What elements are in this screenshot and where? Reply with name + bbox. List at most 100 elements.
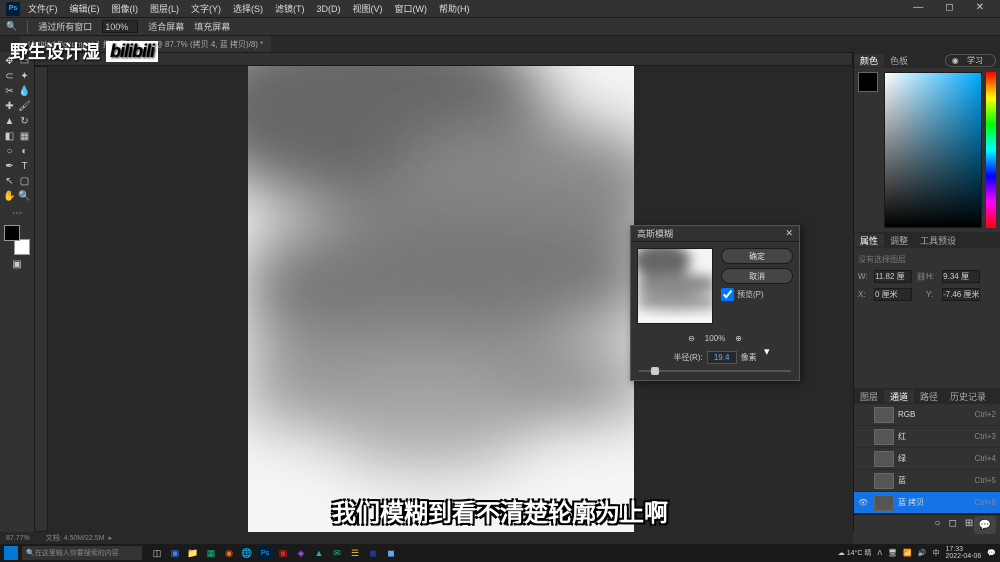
canvas[interactable] — [248, 66, 634, 532]
tab-presets[interactable]: 工具预设 — [914, 234, 962, 247]
prop-x-input[interactable] — [874, 288, 912, 301]
path-tool[interactable]: ↖ — [2, 174, 17, 189]
eyedropper-tool[interactable]: 💧 — [17, 84, 32, 99]
app-icon-1[interactable]: ▣ — [167, 546, 183, 560]
learn-button[interactable]: ◉ 学习 — [945, 54, 996, 67]
eraser-tool[interactable]: ◧ — [2, 129, 17, 144]
blur-tool[interactable]: ○ — [2, 144, 17, 159]
tab-adjustments[interactable]: 调整 — [884, 234, 914, 247]
radius-slider[interactable] — [639, 370, 791, 372]
edit-toolbar-icon[interactable]: ⋯ — [2, 206, 32, 221]
menu-file[interactable]: 文件(F) — [28, 2, 58, 15]
type-tool[interactable]: T — [17, 159, 32, 174]
tray-clock[interactable]: 17:332022-04-06 — [945, 546, 981, 560]
app-icon-6[interactable]: ▣ — [275, 546, 291, 560]
current-color-swatch[interactable] — [858, 72, 878, 92]
menu-type[interactable]: 文字(Y) — [191, 2, 221, 15]
prop-w-input[interactable] — [874, 270, 912, 283]
close-icon[interactable]: ✕ — [976, 2, 984, 13]
menu-window[interactable]: 窗口(W) — [395, 2, 428, 15]
tab-layers[interactable]: 图层 — [854, 390, 884, 403]
taskbar-search[interactable]: 🔍 在这里输入你要搜索的内容 — [22, 546, 142, 560]
feedback-icon[interactable]: 💬 — [974, 516, 996, 534]
brush-tool[interactable]: 🖌 — [17, 99, 32, 114]
tool-preset-icon[interactable]: 🔍 — [6, 21, 17, 32]
pen-tool[interactable]: ✒ — [2, 159, 17, 174]
tab-color[interactable]: 颜色 — [854, 54, 884, 67]
dialog-preview[interactable] — [637, 248, 713, 324]
gradient-tool[interactable]: ▦ — [17, 129, 32, 144]
zoom-out-icon[interactable]: ⊖ — [688, 334, 695, 343]
crop-tool[interactable]: ✂ — [2, 84, 17, 99]
app-icon-5[interactable]: 🌐 — [239, 546, 255, 560]
taskview-icon[interactable]: ◫ — [149, 546, 165, 560]
tab-swatches[interactable]: 色板 — [884, 54, 914, 67]
menu-help[interactable]: 帮助(H) — [439, 2, 470, 15]
new-channel-icon[interactable]: ⊞ — [965, 518, 973, 529]
tray-notifications-icon[interactable]: 💬 — [987, 549, 996, 557]
app-icon-2[interactable]: 📁 — [185, 546, 201, 560]
document-tab[interactable]: Untitled Document 1 推车男人.JPG @ 87.7% (拷贝… — [20, 36, 271, 52]
opt-scroll-all[interactable]: 通过所有窗口 — [38, 20, 92, 33]
link-icon[interactable]: ⛓ — [916, 272, 926, 281]
opt-zoom-input[interactable] — [102, 20, 138, 33]
app-icon-10[interactable]: ☰ — [347, 546, 363, 560]
zoom-tool[interactable]: 🔍 — [17, 189, 32, 204]
dodge-tool[interactable]: ◐ — [17, 144, 32, 159]
channel-row[interactable]: RGBCtrl+2 — [854, 404, 1000, 426]
app-icon-12[interactable]: ◼ — [383, 546, 399, 560]
fg-color[interactable] — [4, 225, 20, 241]
color-swatches[interactable] — [2, 225, 32, 255]
dialog-ok-button[interactable]: 确定 — [721, 248, 793, 264]
status-zoom[interactable]: 87.77% — [6, 535, 30, 542]
channel-row[interactable]: 绿Ctrl+4 — [854, 448, 1000, 470]
opt-fit[interactable]: 适合屏幕 — [148, 20, 184, 33]
menu-edit[interactable]: 编辑(E) — [70, 2, 100, 15]
tray-weather[interactable]: ☁ 14°C 晴 — [838, 548, 872, 558]
heal-tool[interactable]: ✚ — [2, 99, 17, 114]
prop-h-input[interactable] — [942, 270, 980, 283]
tab-properties[interactable]: 属性 — [854, 234, 884, 247]
tray-up-icon[interactable]: ᐱ — [877, 549, 882, 557]
channel-to-selection-icon[interactable]: ○ — [935, 518, 941, 529]
shape-tool[interactable]: ▢ — [17, 174, 32, 189]
dialog-titlebar[interactable]: 高斯模糊 ✕ — [631, 226, 799, 242]
history-brush-tool[interactable]: ↻ — [17, 114, 32, 129]
dialog-preview-checkbox[interactable]: 预览(P) — [721, 288, 793, 301]
tray-network-icon[interactable]: 🖥 — [888, 549, 897, 557]
status-doc[interactable]: 文档: 4.50M/22.5M — [46, 533, 105, 543]
app-icon-7[interactable]: ◈ — [293, 546, 309, 560]
dialog-cancel-button[interactable]: 取消 — [721, 268, 793, 284]
app-icon-9[interactable]: ✉ — [329, 546, 345, 560]
channel-row[interactable]: 👁蓝 拷贝Ctrl+6 — [854, 492, 1000, 514]
lasso-tool[interactable]: ⊂ — [2, 69, 17, 84]
tab-channels[interactable]: 通道 — [884, 390, 914, 403]
menu-3d[interactable]: 3D(D) — [317, 4, 341, 14]
menu-layer[interactable]: 图层(L) — [150, 2, 179, 15]
prop-y-input[interactable] — [942, 288, 980, 301]
bg-color[interactable] — [14, 239, 30, 255]
tab-paths[interactable]: 路径 — [914, 390, 944, 403]
maximize-icon[interactable]: ◻ — [945, 2, 953, 13]
channel-row[interactable]: 蓝Ctrl+5 — [854, 470, 1000, 492]
tray-ime-icon[interactable]: 中 — [932, 548, 939, 558]
tab-history[interactable]: 历史记录 — [944, 390, 992, 403]
zoom-in-icon[interactable]: ⊕ — [735, 334, 742, 343]
app-icon-3[interactable]: ▦ — [203, 546, 219, 560]
opt-fill[interactable]: 填充屏幕 — [194, 20, 230, 33]
menu-image[interactable]: 图像(I) — [112, 2, 139, 15]
channel-row[interactable]: 红Ctrl+3 — [854, 426, 1000, 448]
app-icon-4[interactable]: ◉ — [221, 546, 237, 560]
menu-select[interactable]: 选择(S) — [233, 2, 263, 15]
marquee-tool[interactable]: ▭ — [17, 54, 32, 69]
screenmode-icon[interactable]: ▣ — [2, 257, 32, 272]
wand-tool[interactable]: ✦ — [17, 69, 32, 84]
app-icon-8[interactable]: ▲ — [311, 546, 327, 560]
move-tool[interactable]: ✥ — [2, 54, 17, 69]
radius-input[interactable] — [707, 351, 737, 364]
menu-filter[interactable]: 滤镜(T) — [275, 2, 305, 15]
hand-tool[interactable]: ✋ — [2, 189, 17, 204]
stamp-tool[interactable]: ▲ — [2, 114, 17, 129]
tray-wifi-icon[interactable]: 📶 — [903, 549, 912, 557]
app-icon-11[interactable]: ◼ — [365, 546, 381, 560]
